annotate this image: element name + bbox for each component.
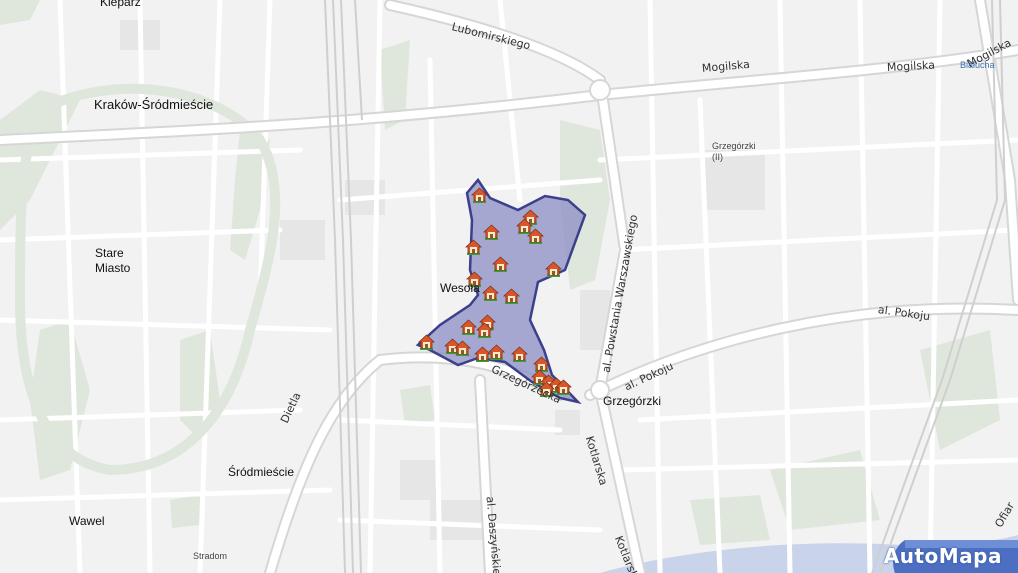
automapa-logo-text: AutoMapa <box>883 544 1002 568</box>
place-label-grzegorzki-ii: Grzegórzki (II) <box>712 141 756 162</box>
place-label-wesola[interactable]: Wesoła <box>440 281 480 295</box>
map-base-layer <box>0 0 1018 573</box>
place-label-stradom: Stradom <box>193 551 228 561</box>
green-area <box>170 495 200 528</box>
place-label-wawel: Wawel <box>69 514 105 528</box>
roundabout <box>589 79 611 101</box>
road-label-mogilska: Mogilska <box>886 58 936 74</box>
place-label-stare-miasto: Stare Miasto <box>95 246 131 275</box>
green-area <box>0 0 40 25</box>
place-label-grzegorzki: Grzegórzki <box>603 394 662 408</box>
map-view[interactable]: Kleparz Kraków-Śródmieście Stare Miasto … <box>0 0 1018 573</box>
place-label-srodmiescie: Śródmieście <box>228 465 295 479</box>
place-label-krakow-srodmiescie: Kraków-Śródmieście <box>94 97 214 112</box>
green-area <box>690 495 770 545</box>
green-area <box>400 385 435 425</box>
building-block <box>400 460 440 500</box>
place-label-kleparz: Kleparz <box>100 0 141 9</box>
building-block <box>280 220 325 260</box>
